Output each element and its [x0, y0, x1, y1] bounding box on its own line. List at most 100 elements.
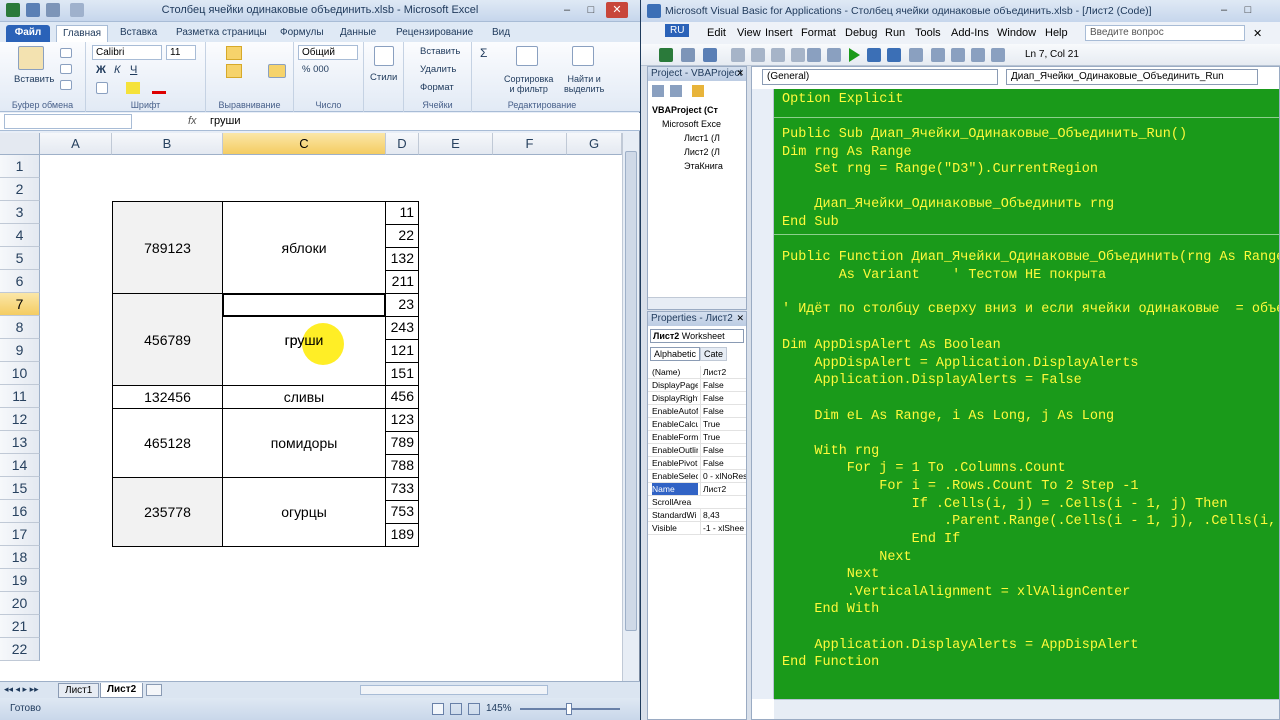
number-format-select[interactable]: Общий — [298, 45, 358, 60]
italic-button[interactable]: К — [114, 64, 120, 76]
row-header[interactable]: 10 — [0, 362, 40, 385]
design-mode-icon[interactable] — [909, 48, 923, 62]
underline-button[interactable]: Ч — [130, 64, 137, 76]
align-middle-icon[interactable] — [226, 46, 242, 60]
cell-d[interactable]: 123 — [385, 408, 419, 432]
sort-filter-icon[interactable] — [516, 46, 538, 66]
property-row[interactable]: EnableForma True — [648, 431, 746, 444]
row-header[interactable]: 21 — [0, 615, 40, 638]
autosum-icon[interactable]: Σ — [480, 46, 487, 60]
find-icon[interactable] — [791, 48, 805, 62]
menu-window[interactable]: Window — [997, 27, 1036, 39]
page-layout-icon[interactable] — [450, 703, 462, 715]
project-hscrollbar[interactable] — [648, 297, 746, 309]
align-center-icon[interactable] — [226, 64, 242, 78]
minimize-button[interactable]: – — [556, 2, 578, 18]
menu-format[interactable]: Format — [801, 27, 836, 39]
property-row[interactable]: DisplayPage False — [648, 379, 746, 392]
scroll-thumb[interactable] — [625, 151, 637, 631]
row-header[interactable]: 18 — [0, 546, 40, 569]
project-explorer-icon[interactable] — [931, 48, 945, 62]
props-tab-alphabetic[interactable]: Alphabetic — [650, 347, 701, 361]
tab-insert[interactable]: Вставка — [114, 25, 163, 42]
cell-d[interactable]: 121 — [385, 339, 419, 363]
row-header[interactable]: 2 — [0, 178, 40, 201]
font-size-select[interactable]: 11 — [166, 45, 196, 60]
close-properties-icon[interactable]: ✕ — [736, 313, 744, 324]
percent-button[interactable]: % 000 — [302, 64, 329, 75]
merge-center-icon[interactable] — [268, 64, 286, 78]
paste-icon[interactable] — [771, 48, 785, 62]
props-tab-categorized[interactable]: Cate — [700, 347, 728, 361]
close-project-icon[interactable]: ✕ — [736, 68, 744, 79]
property-row[interactable]: Visible -1 - xlShee — [648, 522, 746, 535]
toolbox-icon[interactable] — [991, 48, 1005, 62]
column-header[interactable]: F — [493, 133, 567, 155]
object-selector[interactable]: Лист2 Worksheet — [650, 329, 744, 343]
insert-module-icon[interactable] — [681, 48, 695, 62]
cell-d[interactable]: 151 — [385, 362, 419, 386]
insert-cells-button[interactable]: Вставить — [420, 46, 460, 57]
property-row[interactable]: StandardWi 8,43 — [648, 509, 746, 522]
column-header[interactable]: D — [386, 133, 419, 155]
row-header[interactable]: 4 — [0, 224, 40, 247]
property-row-selected[interactable]: Name Лист2 — [648, 483, 746, 496]
fx-icon[interactable]: fx — [188, 115, 197, 127]
view-code-icon[interactable] — [652, 85, 664, 97]
worksheet-grid[interactable]: A B C D E F G 1 2 3 4 5 6 7 8 9 10 11 12… — [0, 133, 622, 681]
cell-c[interactable]: сливы — [222, 385, 386, 409]
maximize-button[interactable]: □ — [580, 2, 602, 18]
cell-d[interactable]: 243 — [385, 316, 419, 340]
row-header[interactable]: 20 — [0, 592, 40, 615]
tab-file[interactable]: Файл — [6, 25, 50, 42]
merged-cell-c[interactable]: яблоки — [222, 201, 386, 294]
sort-filter-button[interactable]: Сортировка и фильтр — [504, 74, 553, 94]
cell-d[interactable]: 733 — [385, 477, 419, 501]
menu-debug[interactable]: Debug — [845, 27, 877, 39]
cell-d[interactable]: 132 — [385, 247, 419, 271]
name-box[interactable] — [4, 114, 132, 129]
menu-run[interactable]: Run — [885, 27, 905, 39]
procedure-dropdown[interactable]: Диап_Ячейки_Одинаковые_Объединить_Run — [1006, 69, 1258, 85]
new-sheet-icon[interactable] — [146, 684, 162, 696]
font-color-icon[interactable] — [152, 82, 166, 94]
tab-formulas[interactable]: Формулы — [274, 25, 330, 42]
merged-cell-b[interactable]: 789123 — [112, 201, 223, 294]
properties-icon[interactable] — [951, 48, 965, 62]
excel-view-icon[interactable] — [659, 48, 673, 62]
cell-d[interactable]: 23 — [385, 293, 419, 317]
tree-item-sheet1[interactable]: Лист1 (Л — [684, 133, 720, 143]
merged-cell-b[interactable]: 456789 — [112, 293, 223, 386]
cell-b[interactable]: 132456 — [112, 385, 223, 409]
row-header[interactable]: 5 — [0, 247, 40, 270]
menu-addins[interactable]: Add-Ins — [951, 27, 989, 39]
select-all-corner[interactable] — [0, 133, 40, 155]
merged-cell-c[interactable]: помидоры — [222, 408, 386, 478]
menu-tools[interactable]: Tools — [915, 27, 941, 39]
row-header[interactable]: 1 — [0, 155, 40, 178]
zoom-slider-thumb[interactable] — [566, 703, 572, 715]
horizontal-scrollbar[interactable] — [360, 685, 548, 695]
row-header[interactable]: 3 — [0, 201, 40, 224]
merged-cell-b[interactable]: 235778 — [112, 477, 223, 547]
vba-minimize-button[interactable]: – — [1213, 2, 1235, 18]
object-browser-icon[interactable] — [971, 48, 985, 62]
row-header[interactable]: 8 — [0, 316, 40, 339]
code-hscrollbar[interactable] — [774, 699, 1279, 719]
cell-d[interactable]: 753 — [385, 500, 419, 524]
row-header[interactable]: 11 — [0, 385, 40, 408]
property-row[interactable]: ScrollArea — [648, 496, 746, 509]
merged-cell-b[interactable]: 465128 — [112, 408, 223, 478]
styles-icon[interactable] — [374, 46, 394, 66]
tab-home[interactable]: Главная — [56, 25, 109, 42]
copy-icon[interactable] — [60, 64, 72, 74]
cell-d[interactable]: 456 — [385, 385, 419, 409]
sheet-tab-2[interactable]: Лист2 — [100, 683, 144, 698]
vba-maximize-button[interactable]: □ — [1237, 2, 1259, 18]
column-header[interactable]: B — [112, 133, 223, 155]
row-header[interactable]: 22 — [0, 638, 40, 661]
close-code-icon[interactable]: ✕ — [1253, 27, 1262, 40]
vertical-scrollbar[interactable] — [622, 133, 639, 681]
delete-cells-button[interactable]: Удалить — [420, 64, 456, 75]
paste-icon[interactable] — [18, 46, 44, 70]
